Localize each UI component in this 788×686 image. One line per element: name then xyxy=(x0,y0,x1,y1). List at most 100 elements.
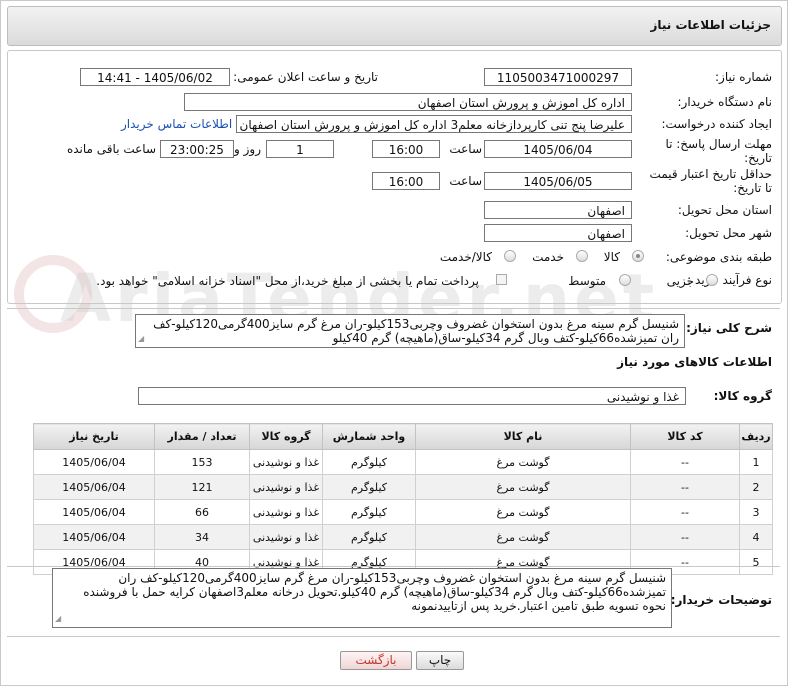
province-label: استان محل تحویل: xyxy=(677,203,772,217)
city-field[interactable]: اصفهان xyxy=(484,224,632,242)
print-button[interactable]: چاپ xyxy=(416,651,464,670)
cell-item-code: -- xyxy=(630,474,740,500)
cell-item-code: -- xyxy=(630,524,740,550)
col-row-number: ردیف xyxy=(739,423,773,450)
cell-row-number: 4 xyxy=(739,524,773,550)
validity-time-field[interactable]: 16:00 xyxy=(372,172,440,190)
divider xyxy=(7,636,780,637)
buyer-contact-link[interactable]: اطلاعات تماس خریدار xyxy=(121,117,232,131)
cell-unit: کیلوگرم xyxy=(322,524,416,550)
announce-field[interactable]: 1405/06/02 - 14:41 xyxy=(80,68,230,86)
requester-label: ایجاد کننده درخواست: xyxy=(661,117,772,131)
cell-need-date: 1405/06/04 xyxy=(33,449,155,475)
validity-time-label: ساعت xyxy=(449,174,482,188)
deadline-label-2: تاریخ: xyxy=(744,151,772,165)
cell-quantity: 34 xyxy=(154,524,250,550)
validity-date-field[interactable]: 1405/06/05 xyxy=(484,172,632,190)
cell-need-date: 1405/06/04 xyxy=(33,499,155,525)
cell-need-date: 1405/06/04 xyxy=(33,524,155,550)
cell-item-code: -- xyxy=(630,449,740,475)
deadline-time-label: ساعت xyxy=(449,142,482,156)
goods-section-title: اطلاعات کالاهای مورد نیاز xyxy=(617,355,772,369)
days-label: روز و xyxy=(234,142,261,156)
description-textarea[interactable]: شنیسل گرم سینه مرغ بدون استخوان غضروف وچ… xyxy=(135,314,685,348)
table-row: 3 -- گوشت مرغ کیلوگرم غذا و نوشیدنی 66 1… xyxy=(33,499,773,525)
buyer-notes-textarea[interactable]: شنیسل گرم سینه مرغ بدون استخوان غضروف وچ… xyxy=(52,568,672,628)
cell-need-date: 1405/06/04 xyxy=(33,474,155,500)
category-radio-service[interactable] xyxy=(576,250,588,262)
cell-unit: کیلوگرم xyxy=(322,449,416,475)
buyer-org-label: نام دستگاه خریدار: xyxy=(677,95,773,109)
deadline-date-field[interactable]: 1405/06/04 xyxy=(484,140,632,158)
col-need-date: تاریخ نیاز xyxy=(33,423,155,450)
treasury-payment-note: پرداخت تمام یا بخشی از مبلغ خرید،از محل … xyxy=(96,274,479,288)
col-group: گروه کالا xyxy=(249,423,323,450)
resize-grip-icon[interactable]: ◢ xyxy=(138,332,144,346)
goods-group-field[interactable]: غذا و نوشیدنی xyxy=(138,387,686,405)
deadline-time-field[interactable]: 16:00 xyxy=(372,140,440,158)
cell-group: غذا و نوشیدنی xyxy=(249,474,323,500)
category-option-goods: کالا xyxy=(603,250,620,264)
description-text: شنیسل گرم سینه مرغ بدون استخوان غضروف وچ… xyxy=(153,317,679,345)
need-number-field[interactable]: 1105003471000297 xyxy=(484,68,632,86)
process-option-minor: جزیی xyxy=(666,274,694,288)
col-item-code: کد کالا xyxy=(630,423,740,450)
days-field[interactable]: 1 xyxy=(266,140,334,158)
cell-item-code: -- xyxy=(630,499,740,525)
category-radio-goods-service[interactable] xyxy=(504,250,516,262)
cell-group: غذا و نوشیدنی xyxy=(249,524,323,550)
goods-table: ردیف کد کالا نام کالا واحد شمارش گروه کا… xyxy=(33,423,773,575)
cell-group: غذا و نوشیدنی xyxy=(249,449,323,475)
cell-quantity: 121 xyxy=(154,474,250,500)
table-header-row: ردیف کد کالا نام کالا واحد شمارش گروه کا… xyxy=(33,423,773,450)
province-field[interactable]: اصفهان xyxy=(484,201,632,219)
cell-quantity: 66 xyxy=(154,499,250,525)
cell-row-number: 3 xyxy=(739,499,773,525)
table-row: 1 -- گوشت مرغ کیلوگرم غذا و نوشیدنی 153 … xyxy=(33,449,773,475)
process-radio-medium[interactable] xyxy=(619,274,631,286)
table-row: 2 -- گوشت مرغ کیلوگرم غذا و نوشیدنی 121 … xyxy=(33,474,773,500)
treasury-payment-checkbox[interactable] xyxy=(496,274,507,285)
cell-unit: کیلوگرم xyxy=(322,474,416,500)
cell-unit: کیلوگرم xyxy=(322,499,416,525)
page-title: جزئیات اطلاعات نیاز xyxy=(650,18,771,32)
cell-quantity: 153 xyxy=(154,449,250,475)
need-number-label: شماره نیاز: xyxy=(715,70,772,84)
requester-field[interactable]: علیرضا پنج تنی کارپردازخانه معلم3 اداره … xyxy=(236,115,632,133)
cell-item-name: گوشت مرغ xyxy=(415,474,631,500)
buyer-notes-text: شنیسل گرم سینه مرغ بدون استخوان غضروف وچ… xyxy=(83,571,666,613)
back-button[interactable]: بازگشت xyxy=(340,651,412,670)
cell-row-number: 5 xyxy=(739,549,773,575)
description-label: شرح کلی نیاز: xyxy=(686,321,772,335)
validity-label-2: تا تاریخ: xyxy=(733,181,772,195)
deadline-label: مهلت ارسال پاسخ: تا xyxy=(665,137,772,151)
col-item-name: نام کالا xyxy=(415,423,631,450)
city-label: شهر محل تحویل: xyxy=(685,226,772,240)
cell-row-number: 2 xyxy=(739,474,773,500)
category-option-service: خدمت xyxy=(532,250,564,264)
divider xyxy=(7,566,780,567)
resize-grip-icon[interactable]: ◢ xyxy=(55,612,61,626)
process-option-medium: متوسط xyxy=(568,274,606,288)
cell-group: غذا و نوشیدنی xyxy=(249,499,323,525)
buyer-org-field[interactable]: اداره کل اموزش و پرورش استان اصفهان xyxy=(184,93,632,111)
buyer-notes-label: توضیحات خریدار: xyxy=(670,593,772,607)
table-row: 4 -- گوشت مرغ کیلوگرم غذا و نوشیدنی 34 1… xyxy=(33,524,773,550)
remaining-time-field[interactable]: 23:00:25 xyxy=(160,140,234,158)
col-quantity: تعداد / مقدار xyxy=(154,423,250,450)
category-option-goods-service: کالا/خدمت xyxy=(439,250,492,264)
process-radio-minor[interactable] xyxy=(706,274,718,286)
cell-row-number: 1 xyxy=(739,449,773,475)
goods-group-label: گروه کالا: xyxy=(713,389,772,403)
category-label: طبقه بندی موضوعی: xyxy=(665,250,772,264)
cell-item-name: گوشت مرغ xyxy=(415,449,631,475)
divider xyxy=(7,308,780,309)
announce-label: تاریخ و ساعت اعلان عمومی: xyxy=(233,70,378,84)
category-radio-goods[interactable] xyxy=(632,250,644,262)
validity-label: حداقل تاریخ اعتبار قیمت xyxy=(649,167,772,181)
col-unit: واحد شمارش xyxy=(322,423,416,450)
remaining-label: ساعت باقی مانده xyxy=(66,142,156,156)
cell-item-name: گوشت مرغ xyxy=(415,524,631,550)
process-label: نوع فرآیند خرید : xyxy=(687,273,772,287)
cell-item-name: گوشت مرغ xyxy=(415,499,631,525)
